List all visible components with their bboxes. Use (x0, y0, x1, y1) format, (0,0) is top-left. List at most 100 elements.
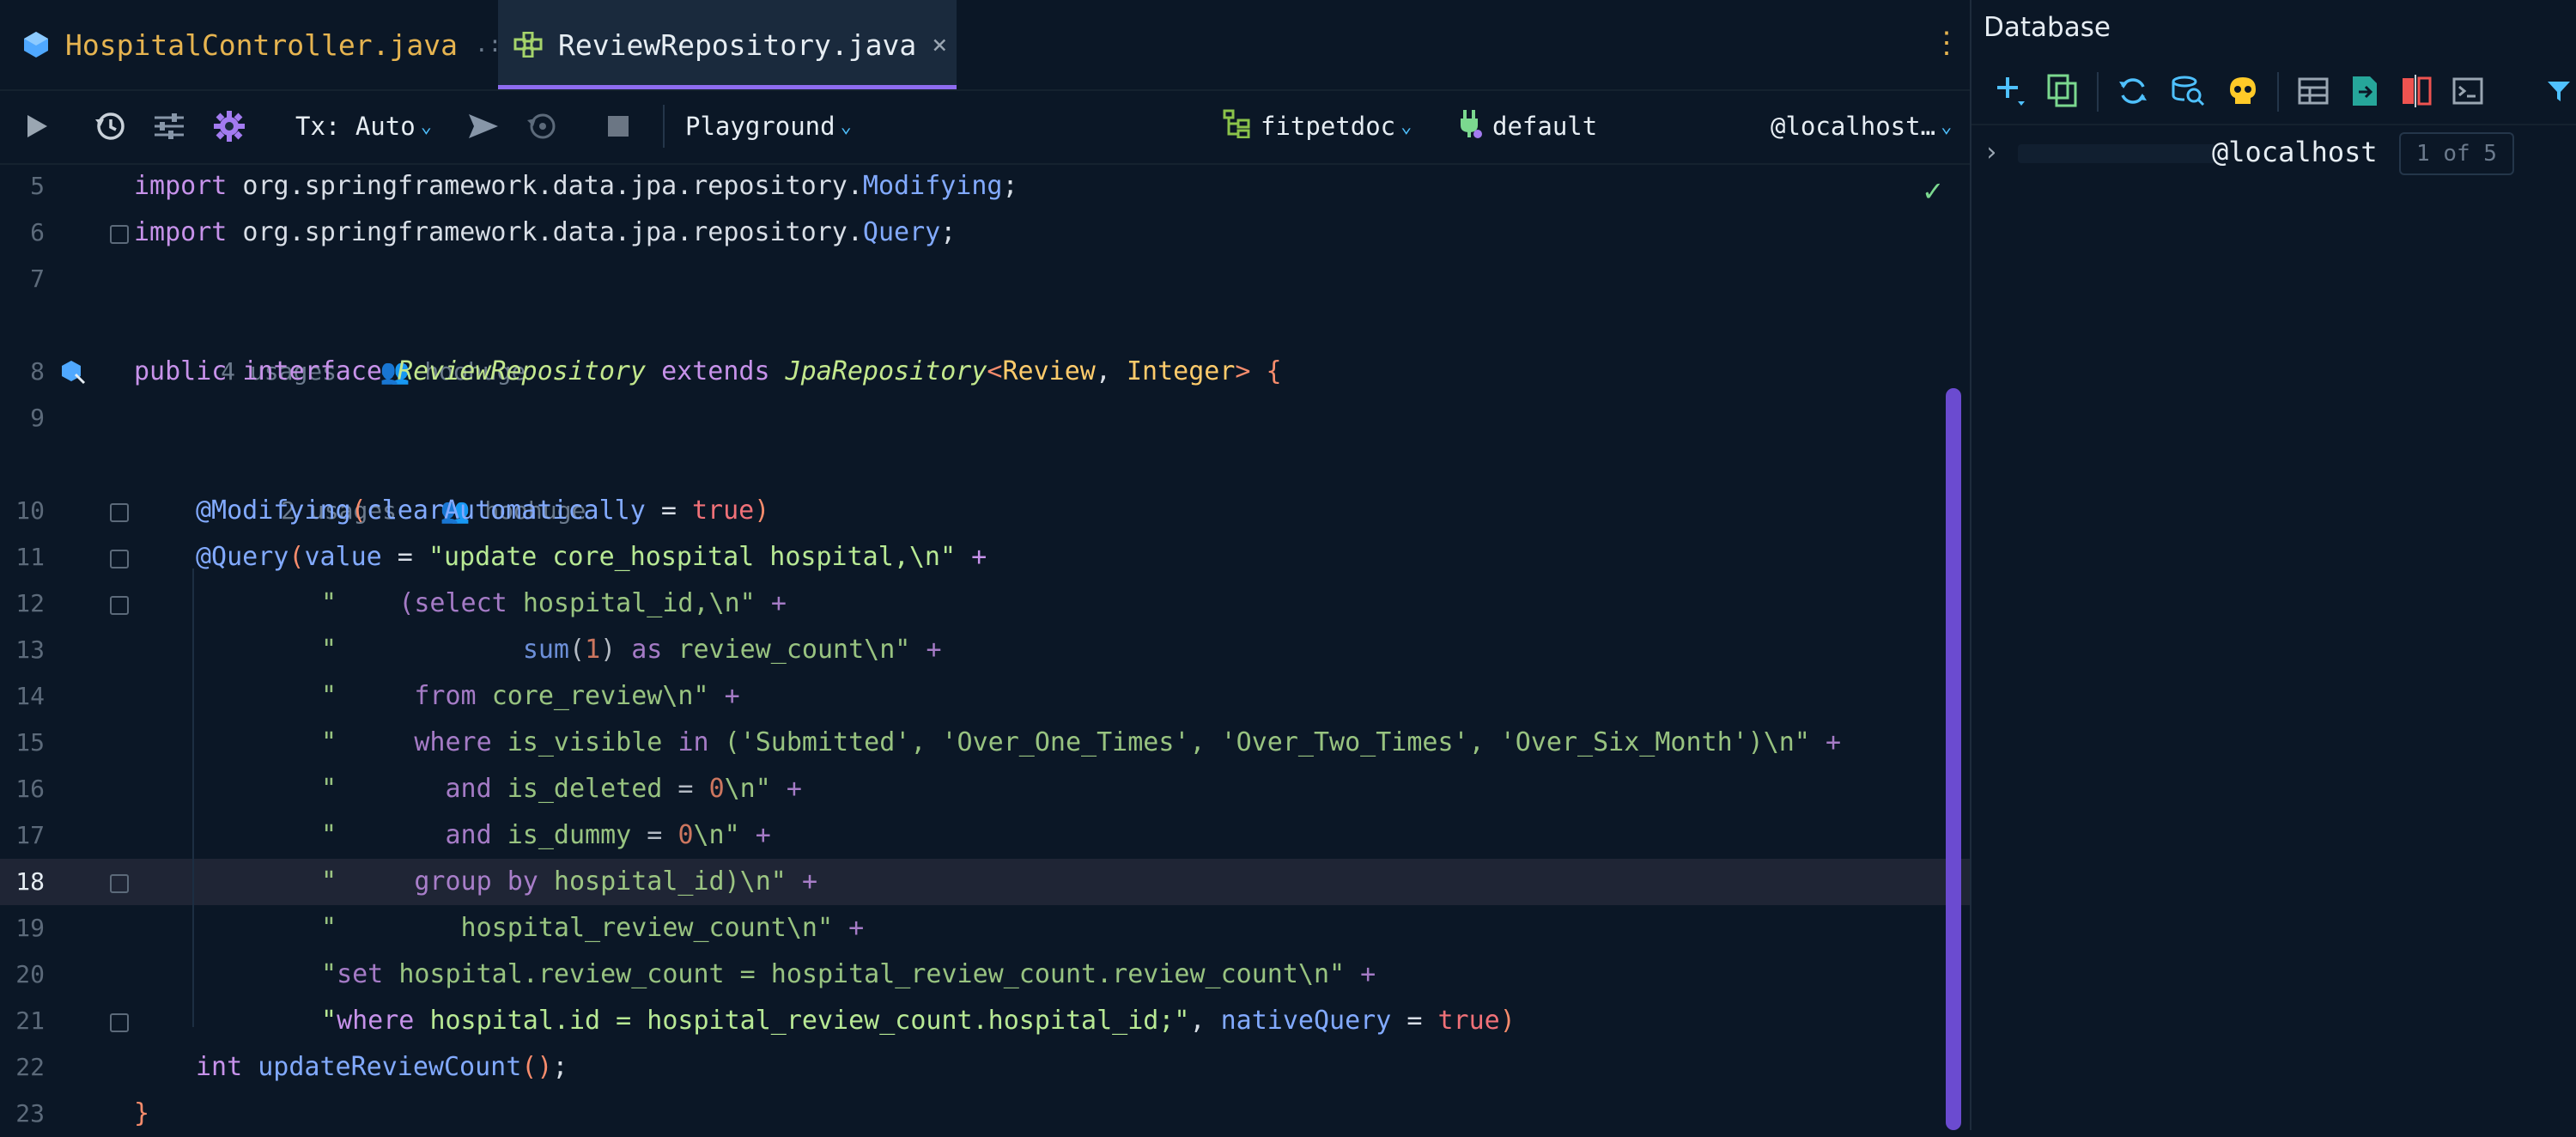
redacted-name (2018, 144, 2215, 163)
table-icon[interactable] (2294, 72, 2332, 110)
line-number: 6 (30, 218, 45, 246)
code-line: 7 (0, 256, 1970, 302)
code-line: 22 int updateReviewCount(); (0, 1044, 1970, 1091)
settings-sliders-icon[interactable] (153, 106, 185, 146)
history-icon[interactable] (93, 106, 127, 146)
code-text: import org.springframework.data.jpa.repo… (134, 217, 957, 247)
line-number: 20 (15, 960, 45, 988)
tab-label: ReviewRepository.java (558, 27, 917, 62)
indent-guide (192, 568, 194, 1027)
duplicate-icon[interactable] (2044, 72, 2081, 110)
line-number: 22 (15, 1053, 45, 1081)
code-text: public interface ReviewRepository extend… (134, 356, 1282, 386)
code-text: " where is_visible in ('Submitted', 'Ove… (321, 727, 1842, 757)
java-class-icon (22, 30, 50, 59)
editor-tab-bar: HospitalController.java .: ReviewReposit… (0, 0, 1970, 91)
fold-marker-icon[interactable] (110, 1013, 129, 1032)
line-number: 18 (15, 867, 45, 896)
code-text: @Query(value = "update core_hospital hos… (196, 542, 987, 572)
code-text: " (select hospital_id,\n" + (321, 588, 787, 618)
host-selector[interactable]: @localhost… ⌄ (1771, 106, 1952, 146)
code-text: " sum(1) as review_count\n" + (321, 635, 942, 665)
fold-marker-icon[interactable] (110, 225, 129, 244)
code-line: 14 " from core_review\n" + (0, 673, 1970, 720)
code-line: 10 @Modifying(clearAutomatically = true) (0, 488, 1970, 534)
playground-dropdown[interactable]: Playground ⌄ (685, 106, 852, 146)
compare-icon[interactable] (2397, 72, 2435, 110)
toolbar-separator (663, 105, 665, 148)
tab-label: HospitalController.java (65, 27, 458, 62)
usages-inlay[interactable]: 2 usages 👥 hoohuge (194, 441, 586, 525)
close-icon[interactable]: × (932, 30, 947, 60)
code-text: "where hospital.id = hospital_review_cou… (321, 1006, 1516, 1036)
code-line: 13 " sum(1) as review_count\n" + (0, 627, 1970, 673)
line-number: 10 (15, 496, 45, 525)
jump-to-source-icon[interactable] (2346, 72, 2384, 110)
line-number: 8 (30, 357, 45, 386)
code-text: " and is_deleted = 0\n" + (321, 774, 802, 804)
line-number: 13 (15, 635, 45, 664)
console-icon[interactable] (2449, 72, 2487, 110)
code-line: 16 " and is_deleted = 0\n" + (0, 766, 1970, 812)
code-text: " and is_dummy = 0\n" + (321, 820, 771, 850)
plug-icon (1458, 108, 1482, 145)
no-problems-check-icon[interactable]: ✓ (1923, 173, 1942, 209)
code-line: 9 (0, 395, 1970, 441)
schema-icon (1223, 109, 1250, 144)
code-text: import org.springframework.data.jpa.repo… (134, 171, 1018, 201)
code-line: 19 " hospital_review_count\n" + (0, 905, 1970, 952)
code-text: " from core_review\n" + (321, 681, 740, 711)
fold-marker-icon[interactable] (110, 503, 129, 522)
commit-icon[interactable] (467, 106, 500, 146)
line-number: 9 (30, 404, 45, 432)
execute-icon[interactable] (24, 106, 50, 146)
usages-inlay[interactable]: 4 usages 👥 hoohuge (134, 302, 526, 386)
fold-marker-icon[interactable] (110, 550, 129, 568)
tab-review-repository[interactable]: ReviewRepository.java × (498, 0, 957, 89)
tab-hospital-controller[interactable]: HospitalController.java .: (19, 0, 501, 89)
toolbar-separator (2097, 72, 2099, 112)
skull-icon[interactable] (2224, 72, 2262, 110)
rollback-icon[interactable] (526, 106, 558, 146)
code-line: 20 "set hospital.review_count = hospital… (0, 952, 1970, 998)
schema-dropdown[interactable]: fitpetdoc ⌄ (1223, 106, 1412, 146)
editor-scrollbar[interactable] (1946, 388, 1961, 1130)
panel-title: Database (1984, 12, 2111, 43)
code-line-current: 18 " group by hospital_id)\n" + (0, 859, 1970, 905)
tree-node-localhost[interactable]: › @localhost 1 of 5 (1971, 129, 2576, 179)
database-panel: Database › @localhost 1 of 5 (1971, 0, 2576, 1130)
line-number: 14 (15, 682, 45, 710)
gear-icon[interactable] (213, 106, 246, 146)
filter-icon[interactable] (2540, 72, 2576, 110)
implemented-icon[interactable] (60, 359, 86, 388)
code-line: 21 "where hospital.id = hospital_review_… (0, 998, 1970, 1044)
add-icon[interactable] (1992, 72, 2030, 110)
fold-marker-icon[interactable] (110, 596, 129, 615)
code-text: @Modifying(clearAutomatically = true) (196, 496, 770, 526)
code-line: 6 import org.springframework.data.jpa.re… (0, 210, 1970, 256)
line-number: 21 (15, 1006, 45, 1035)
transaction-mode-dropdown[interactable]: Tx: Auto ⌄ (295, 106, 432, 146)
schema-search-icon[interactable] (2169, 72, 2207, 110)
toolbar-separator (2277, 72, 2279, 112)
datasource-count-badge: 1 of 5 (2399, 132, 2514, 175)
code-line: 12 " (select hospital_id,\n" + (0, 581, 1970, 627)
stop-icon[interactable] (606, 106, 630, 146)
console-toolbar: Tx: Auto ⌄ Playground ⌄ fitpetdoc ⌄ default (0, 89, 1970, 165)
datasource-selector[interactable]: default (1458, 106, 1597, 146)
line-number: 7 (30, 264, 45, 293)
line-number: 11 (15, 543, 45, 571)
refresh-icon[interactable] (2114, 72, 2152, 110)
code-text: " group by hospital_id)\n" + (321, 866, 817, 897)
tree-node-label: @localhost (2212, 136, 2378, 168)
code-editor[interactable]: HospitalController.java .: ReviewReposit… (0, 0, 1970, 1130)
fold-marker-icon[interactable] (110, 874, 129, 893)
code-line: 11 @Query(value = "update core_hospital … (0, 534, 1970, 581)
code-line: 17 " and is_dummy = 0\n" + (0, 812, 1970, 859)
chevron-right-icon[interactable]: › (1984, 137, 1999, 167)
more-options-icon[interactable]: ⋮ (1932, 26, 1961, 60)
code-text: " hospital_review_count\n" + (321, 913, 865, 943)
code-text: int updateReviewCount(); (196, 1052, 568, 1082)
line-number: 16 (15, 775, 45, 803)
interface-icon (513, 30, 543, 59)
